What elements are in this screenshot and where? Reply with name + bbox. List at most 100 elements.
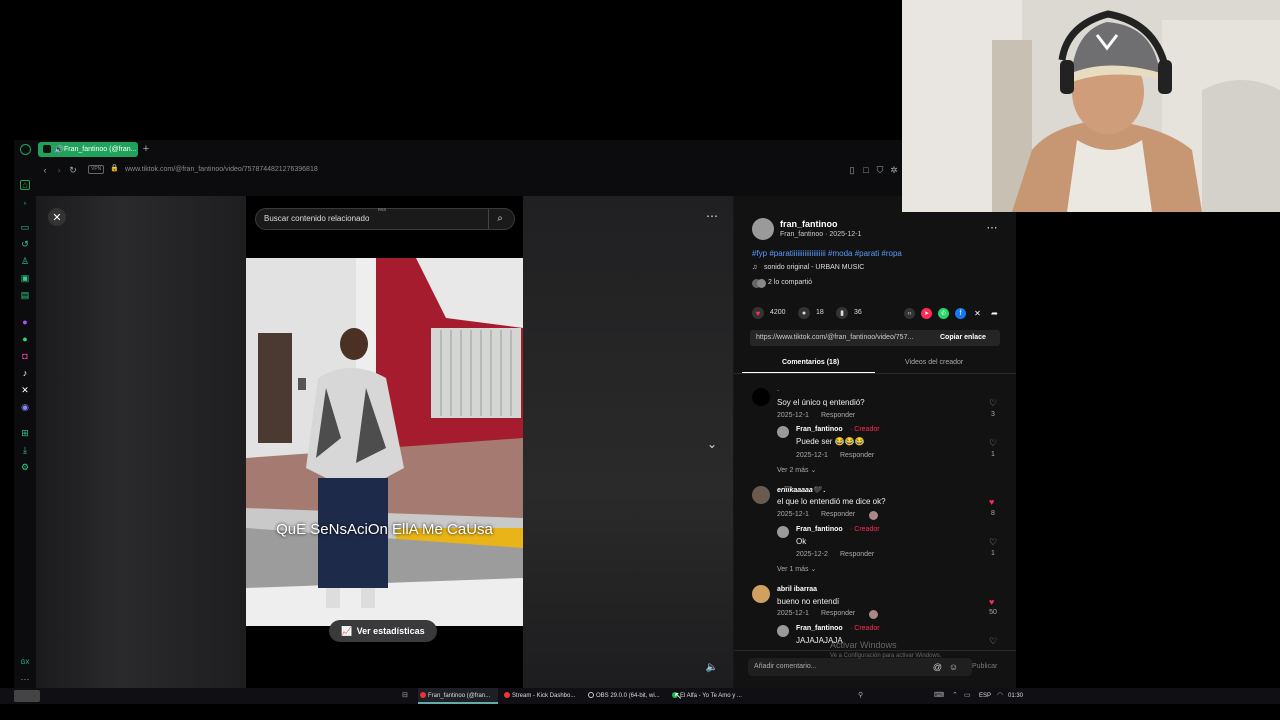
post-link[interactable]: https://www.tiktok.com/@fran_fantinoo/vi… [756,334,913,341]
comment-icon[interactable]: ● [798,307,810,319]
user-icon[interactable]: ♙ [20,256,30,266]
clock[interactable]: 01:30 [1008,688,1023,704]
vpn-badge[interactable]: VPN [88,165,105,174]
x-share-icon[interactable]: ✕ [972,308,983,319]
post-hashtags[interactable]: #fyp #paratiiiiiiiiiiiiiiiiiii #moda #pa… [752,249,902,258]
back-icon[interactable]: ‹ [40,164,50,176]
window-icon[interactable]: ▣ [20,273,30,283]
copy-link-button[interactable]: Copiar enlace [940,334,986,341]
taskbar-label: Stream - Kick Dashbo... [512,693,576,699]
discord-icon[interactable]: ◉ [20,402,30,412]
author-avatar[interactable] [752,218,774,240]
reload-icon[interactable]: ↻ [68,164,78,176]
more-icon[interactable]: ⋯ [20,674,30,684]
avatar[interactable] [777,625,789,637]
author-username[interactable]: fran_fantinoo [780,219,838,229]
avatar[interactable] [752,486,770,504]
video-frame[interactable] [246,258,523,626]
heart-icon[interactable]: ♡ [989,438,997,449]
extensions-icon[interactable]: ✲ [890,164,898,176]
send-icon[interactable]: ➤ [921,308,932,319]
comment-date: 2025-12-1 [777,511,809,518]
panel-icon[interactable]: ▤ [20,290,30,300]
comment-user[interactable]: abril ibarraa [777,586,817,593]
heart-icon[interactable]: ♡ [989,398,997,409]
keyboard-icon[interactable]: ⌨ [934,688,944,704]
emoji-icon[interactable]: ☺ [948,661,959,672]
gamepad-icon[interactable]: ◦ [20,198,30,208]
url-text[interactable]: www.tiktok.com/@fran_fantinoo/video/7578… [125,166,318,173]
reply-button[interactable]: Responder [821,511,855,518]
messenger-icon[interactable]: ● [20,317,30,327]
heart-icon[interactable]: ♡ [989,537,997,548]
volume-icon[interactable]: 🔈 [704,660,720,674]
whatsapp-share-icon[interactable]: ✆ [938,308,949,319]
display-icon[interactable]: ▭ [964,688,971,704]
view-stats-button[interactable]: 📈 Ver estadísticas [329,620,437,642]
avatar[interactable] [777,526,789,538]
home-icon[interactable]: ⌂ [20,180,30,190]
tab-comments[interactable]: Comentarios (18) [782,359,839,366]
comment-user[interactable]: . [777,386,779,393]
comment-user[interactable]: eriiikaaaaa🖤 . [777,486,825,494]
publish-button[interactable]: Publicar [972,663,997,670]
whatsapp-icon[interactable]: ● [20,334,30,344]
avatar[interactable] [752,585,770,603]
instagram-icon[interactable]: ◘ [20,351,30,361]
view-more-replies[interactable]: Ver 2 más ⌄ [777,466,816,474]
comment-user[interactable]: Fran_fantinoo [796,426,843,433]
new-tab-icon[interactable]: + [141,143,151,155]
search-icon[interactable]: ⌕ [494,213,506,225]
comment-user[interactable]: Fran_fantinoo [796,526,843,533]
heart-icon[interactable]: ♡ [989,636,997,647]
wifi-icon[interactable]: ◠ [997,688,1003,704]
view-more-replies[interactable]: Ver 1 más ⌄ [777,565,816,573]
taskview-icon[interactable]: ⊟ [402,688,408,704]
like-icon[interactable]: ♥ [752,307,764,319]
history-icon[interactable]: ↺ [20,239,30,249]
comment-count: 18 [816,309,824,316]
save-icon[interactable]: ▮ [836,307,848,319]
more-options-icon[interactable]: ⋯ [704,209,720,223]
settings-icon[interactable]: ⚙ [20,462,30,472]
reply-button[interactable]: Responder [840,452,874,459]
heart-filled-icon[interactable]: ♥ [989,597,994,607]
bookmark-icon[interactable]: ▯ [848,164,856,176]
sound-name[interactable]: sonido original - URBAN MUSIC [764,264,864,271]
lock-icon[interactable]: 🔒 [110,164,119,172]
reply-button[interactable]: Responder [821,412,855,419]
facebook-share-icon[interactable]: f [955,308,966,319]
post-more-icon[interactable]: ⋯ [986,222,998,234]
close-icon[interactable]: ✕ [48,208,66,226]
comment-input[interactable]: Añadir comentario... @ ☺ [748,658,972,676]
download-icon[interactable]: ⤓ [20,445,30,455]
tab-tiktok[interactable]: 🔊 Fran_fantinoo (@fran... [38,142,138,157]
language-indicator[interactable]: ESP [979,688,991,704]
avatar[interactable] [752,388,770,406]
taskbar-item-browser[interactable]: Fran_fantinoo (@fran... [418,688,498,704]
share-icon[interactable]: ➦ [989,308,1000,319]
start-thumbnail[interactable] [14,690,40,702]
reply-button[interactable]: Responder [840,551,874,558]
tab-creator-videos[interactable]: Videos del creador [905,359,963,366]
tiktok-icon[interactable]: ♪ [20,368,30,378]
x-icon[interactable]: ✕ [20,385,30,395]
chevron-up-icon[interactable]: ⌃ [952,688,958,704]
search-input[interactable]: Buscar contenido relacionado RSS ⌕ [255,207,515,230]
gx-icon[interactable]: GX [20,658,30,668]
snapshot-icon[interactable]: □ [862,164,870,176]
shield-icon[interactable]: ⛉ [876,164,884,176]
mention-icon[interactable]: @ [932,661,943,672]
comment-user[interactable]: Fran_fantinoo [796,625,843,632]
cards-icon[interactable]: ▭ [20,222,30,232]
embed-icon[interactable]: ‹› [904,308,915,319]
network-share-icon[interactable]: ⚲ [858,688,863,704]
heart-filled-icon[interactable]: ♥ [989,497,994,507]
forward-icon[interactable]: › [54,164,64,176]
taskbar-item-obs[interactable]: OBS 29.0.0 (64-bit, wi... [586,688,666,704]
reply-button[interactable]: Responder [821,610,855,617]
avatar[interactable] [777,426,789,438]
apps-icon[interactable]: ⊞ [20,428,30,438]
taskbar-item-kick[interactable]: Stream - Kick Dashbo... [502,688,582,704]
chevron-down-icon[interactable]: ⌄ [704,436,720,452]
